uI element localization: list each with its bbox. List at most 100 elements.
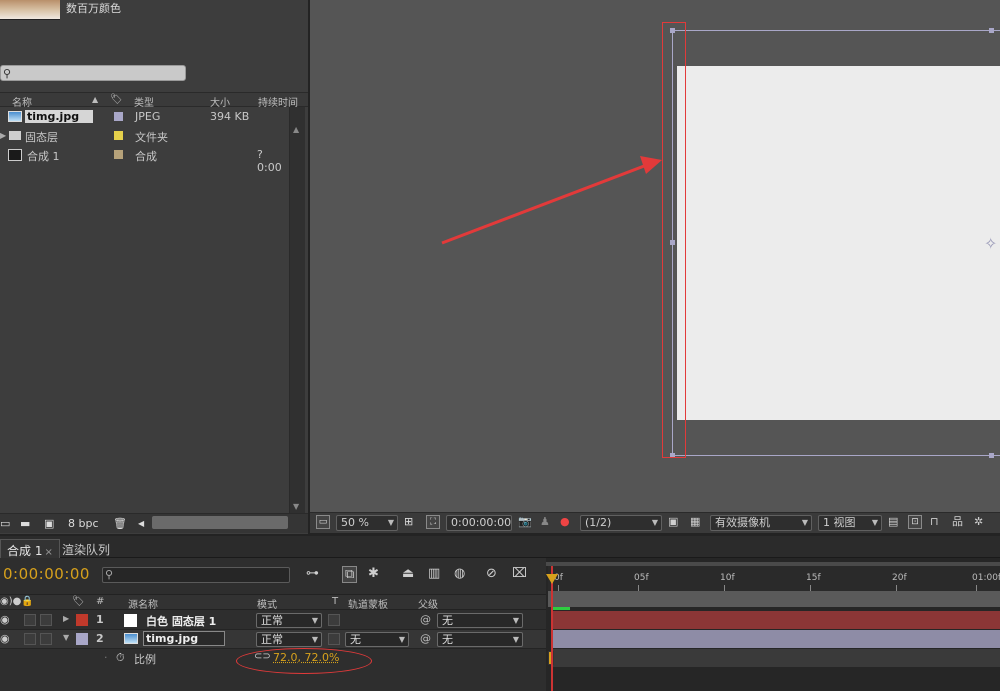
eye-icon[interactable]: ◉)●🔒 (0, 596, 34, 607)
preserve-transparency-toggle[interactable] (328, 633, 340, 645)
anchor-point-icon[interactable]: ✧ (984, 234, 997, 253)
project-horizontal-scrollbar[interactable] (152, 516, 288, 529)
label-tag-icon[interactable]: 🏷 (72, 596, 85, 607)
parent-dropdown[interactable]: 无 ▼ (437, 613, 523, 628)
interpret-footage-icon[interactable]: ▭ (0, 517, 10, 530)
expand-arrow-icon[interactable]: ▶ (0, 131, 6, 140)
pick-whip-icon[interactable]: @ (420, 632, 431, 645)
comp-mini-flowchart-icon[interactable]: ⊶ (306, 566, 319, 581)
fast-previews-icon[interactable]: ⊡ (908, 515, 922, 529)
project-item-name: 固态层 (25, 131, 58, 144)
always-preview-icon[interactable]: ▭ (316, 515, 330, 529)
layer-duration-bar[interactable] (552, 630, 1000, 648)
transform-handle[interactable] (989, 453, 994, 458)
hide-shy-icon[interactable]: ⏏ (402, 566, 414, 581)
scroll-down-icon[interactable]: ▼ (293, 502, 299, 511)
col-size[interactable]: 大小 (210, 94, 230, 109)
resolution-dropdown[interactable]: (1/2) ▼ (580, 515, 662, 531)
current-time-field[interactable]: 0:00:00:00 (446, 515, 512, 531)
project-vertical-scrollbar[interactable]: ▲ ▼ (289, 107, 305, 513)
mode-dropdown[interactable]: 正常 ▼ (256, 613, 322, 628)
current-time-indicator[interactable] (551, 566, 553, 691)
layer-bounding-box[interactable] (672, 30, 1000, 456)
label-swatch[interactable] (114, 150, 123, 159)
solid-icon (124, 614, 137, 627)
flowchart-icon[interactable]: 品 (952, 515, 963, 531)
scroll-up-icon[interactable]: ▲ (293, 125, 299, 134)
project-item[interactable]: timg.jpg JPEG 394 KB (0, 108, 290, 127)
solo-toggle[interactable] (24, 614, 36, 626)
project-item[interactable]: ▶ 固态层 文件夹 (0, 127, 290, 146)
draft-3d-icon[interactable]: ✱ (368, 566, 379, 581)
brainstorm-icon[interactable]: ⌧ (512, 566, 527, 581)
col-mode[interactable]: 模式 (257, 596, 277, 611)
timeline-search-input[interactable]: ⚲ (102, 567, 290, 583)
parent-dropdown[interactable]: 无 ▼ (437, 632, 523, 647)
scroll-left-icon[interactable]: ◀ (138, 519, 144, 528)
eye-icon[interactable]: ◉ (0, 613, 10, 626)
pick-whip-icon[interactable]: @ (420, 613, 431, 626)
col-t[interactable]: T (332, 596, 338, 607)
stopwatch-icon[interactable]: ⏱ (116, 651, 125, 665)
eye-icon[interactable]: ◉ (0, 632, 10, 645)
trash-icon[interactable]: 🗑 (113, 517, 127, 530)
bit-depth-label[interactable]: 8 bpc (68, 517, 99, 530)
live-update-icon[interactable]: ⧉ (342, 566, 358, 583)
mode-dropdown[interactable]: 正常 ▼ (256, 632, 322, 647)
item-duration: ? 0:00 (257, 148, 282, 174)
exposure-icon[interactable]: ✲ (974, 515, 983, 531)
trkmat-dropdown[interactable]: 无 ▼ (345, 632, 409, 647)
tab-render-queue[interactable]: 渲染队列 (56, 539, 116, 558)
preserve-transparency-toggle[interactable] (328, 614, 340, 626)
viewer-toolbar: ▭ 50 % ▼ ⊞ ⛶ 0:00:00:00 📷 ♟ ● (1/2) ▼ ▣ ▦ … (310, 512, 1000, 533)
sort-up-icon[interactable]: ▲ (92, 95, 98, 104)
transform-handle[interactable] (989, 28, 994, 33)
frame-blending-icon[interactable]: ▥ (428, 566, 440, 581)
col-type[interactable]: 类型 (134, 94, 154, 109)
show-snapshot-icon[interactable]: ♟ (540, 515, 550, 531)
col-parent[interactable]: 父级 (418, 596, 438, 611)
timeline-timecode[interactable]: 0:00:00:00 (3, 565, 90, 583)
col-trkmat[interactable]: 轨道蒙板 (348, 596, 388, 611)
grid-icon[interactable]: ⊞ (404, 515, 413, 531)
search-icon: ⚲ (105, 568, 114, 581)
layer-duration-bar[interactable] (552, 611, 1000, 629)
fast-preview-icon[interactable]: ▣ (668, 515, 678, 531)
label-swatch[interactable] (76, 614, 88, 626)
project-item[interactable]: 合成 1 合成 ? 0:00 (0, 146, 290, 174)
layer-name[interactable]: 白色 固态层 1 (146, 613, 216, 629)
col-source-name[interactable]: 源名称 (128, 596, 158, 611)
label-tag-icon[interactable]: 🏷 (110, 94, 123, 105)
tab-composition[interactable]: 合成 1 × (0, 539, 60, 558)
lock-toggle[interactable] (40, 633, 52, 645)
project-search-input[interactable]: ⚲ (0, 65, 186, 81)
graph-editor-icon[interactable]: ⊘ (486, 566, 497, 581)
timeline-icon[interactable]: ⊓ (930, 515, 939, 531)
collapse-arrow-icon[interactable]: ▼ (63, 633, 69, 642)
layer-row[interactable]: ◉ ▼ 2 timg.jpg 正常 ▼ 无 ▼ @ 无 ▼ (0, 630, 546, 649)
transparency-grid-icon[interactable]: ▦ (690, 515, 700, 531)
label-swatch[interactable] (114, 131, 123, 140)
region-of-interest-icon[interactable]: ⛶ (426, 515, 440, 529)
layer-row[interactable]: ◉ ▶ 1 白色 固态层 1 正常 ▼ @ 无 ▼ (0, 611, 546, 630)
color-channels-icon[interactable]: ● (560, 515, 570, 531)
new-composition-icon[interactable]: ▣ (44, 517, 54, 530)
camera-dropdown[interactable]: 有效摄像机 ▼ (710, 515, 812, 531)
col-name[interactable]: 名称 (12, 94, 32, 109)
expand-arrow-icon[interactable]: ▶ (63, 614, 69, 623)
new-folder-icon[interactable]: ▬ (20, 517, 30, 530)
work-area-bar[interactable] (548, 591, 1000, 607)
label-swatch[interactable] (114, 112, 123, 121)
close-icon[interactable]: × (44, 547, 52, 558)
lock-toggle[interactable] (40, 614, 52, 626)
label-swatch[interactable] (76, 633, 88, 645)
motion-blur-icon[interactable]: ◍ (454, 566, 465, 581)
pixel-aspect-icon[interactable]: ▤ (888, 515, 898, 531)
magnification-dropdown[interactable]: 50 % ▼ (336, 515, 398, 531)
view-layout-dropdown[interactable]: 1 视图 ▼ (818, 515, 882, 531)
layer-name[interactable]: timg.jpg (143, 631, 226, 646)
snapshot-icon[interactable]: 📷 (518, 515, 532, 531)
property-track[interactable] (552, 649, 1000, 667)
time-ruler[interactable]: 0f 05f 10f 15f 20f 01:00f (548, 566, 1000, 592)
solo-toggle[interactable] (24, 633, 36, 645)
